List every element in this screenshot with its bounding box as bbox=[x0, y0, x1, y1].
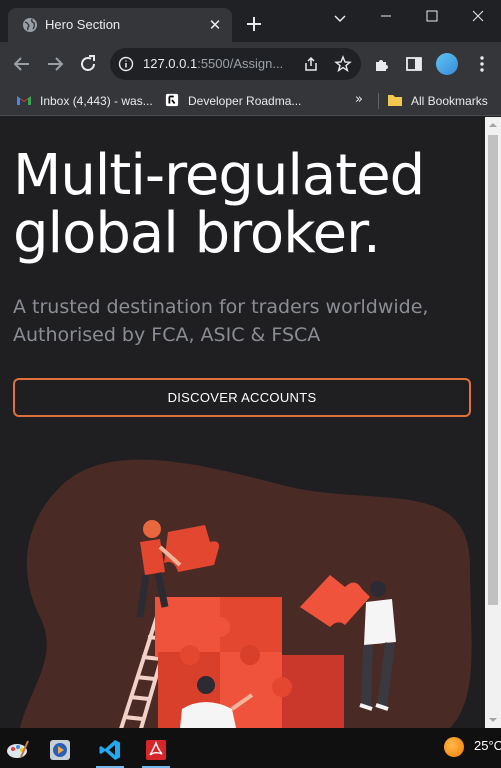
profile-avatar[interactable] bbox=[436, 53, 458, 75]
url-text: 127.0.0.1:5500/Assign... bbox=[143, 56, 283, 71]
extensions-icon[interactable] bbox=[372, 54, 392, 74]
info-icon[interactable] bbox=[118, 56, 134, 72]
more-menu-icon[interactable] bbox=[472, 54, 492, 74]
hero-title: Multi-regulated global broker. bbox=[13, 143, 425, 266]
bookmarks-divider bbox=[378, 93, 379, 109]
browser-tab[interactable]: Hero Section ✕ bbox=[8, 8, 232, 42]
weather-icon[interactable] bbox=[444, 737, 464, 757]
page-viewport: Multi-regulated global broker. A trusted… bbox=[0, 117, 485, 728]
url-path: :5500/Assign... bbox=[197, 56, 284, 71]
browser-titlebar: Hero Section ✕ bbox=[0, 0, 501, 42]
forward-arrow-icon[interactable] bbox=[43, 52, 67, 76]
back-arrow-icon[interactable] bbox=[10, 52, 34, 76]
puzzle-team-illustration bbox=[20, 459, 472, 728]
scroll-up-icon[interactable] bbox=[485, 117, 501, 133]
taskbar-app-vscode[interactable] bbox=[92, 732, 128, 768]
share-icon[interactable] bbox=[302, 55, 320, 73]
bookmark-inbox[interactable]: Inbox (4,443) - was... bbox=[16, 92, 153, 110]
gmail-icon bbox=[17, 96, 31, 105]
windows-taskbar: 25°C bbox=[0, 728, 501, 768]
reload-icon[interactable] bbox=[76, 52, 100, 76]
taskbar-app-paint[interactable] bbox=[0, 732, 36, 768]
roadmap-icon bbox=[165, 93, 179, 107]
all-bookmarks-label: All Bookmarks bbox=[411, 94, 488, 108]
folder-icon bbox=[388, 95, 402, 106]
acrobat-icon bbox=[146, 740, 166, 760]
vscode-icon bbox=[99, 740, 120, 760]
minimize-icon[interactable] bbox=[363, 0, 409, 32]
hero-subtitle: A trusted destination for traders worldw… bbox=[13, 296, 429, 346]
chevron-down-icon[interactable] bbox=[330, 8, 350, 28]
bookmark-label: Inbox (4,443) - was... bbox=[40, 94, 153, 108]
bookmark-label: Developer Roadma... bbox=[188, 94, 302, 108]
new-tab-icon[interactable] bbox=[244, 14, 264, 34]
tab-title: Hero Section bbox=[45, 17, 121, 32]
address-bar[interactable]: 127.0.0.1:5500/Assign... bbox=[110, 48, 361, 80]
scroll-down-icon[interactable] bbox=[485, 712, 501, 728]
browser-toolbar: 127.0.0.1:5500/Assign... bbox=[0, 42, 501, 86]
temperature-readout[interactable]: 25°C bbox=[474, 738, 501, 753]
globe-icon bbox=[23, 18, 37, 32]
media-player-icon bbox=[50, 740, 70, 760]
bookmarks-bar: Inbox (4,443) - was... Developer Roadma.… bbox=[0, 86, 501, 116]
window-close-icon[interactable] bbox=[455, 0, 501, 32]
maximize-icon[interactable] bbox=[409, 0, 455, 32]
paint-icon bbox=[7, 740, 29, 758]
bookmarks-overflow-icon[interactable]: » bbox=[355, 92, 363, 107]
taskbar-app-media[interactable] bbox=[42, 732, 78, 768]
tab-close-icon[interactable]: ✕ bbox=[206, 16, 224, 34]
all-bookmarks[interactable]: All Bookmarks bbox=[387, 92, 488, 110]
url-host: 127.0.0.1 bbox=[143, 56, 198, 71]
taskbar-app-acrobat[interactable] bbox=[138, 732, 174, 768]
scrollbar-thumb[interactable] bbox=[488, 135, 498, 605]
side-panel-icon[interactable] bbox=[404, 54, 424, 74]
page-scrollbar[interactable] bbox=[485, 117, 501, 728]
discover-accounts-button[interactable]: DISCOVER ACCOUNTS bbox=[13, 378, 471, 417]
star-icon[interactable] bbox=[334, 55, 352, 73]
bookmark-developer-roadmap[interactable]: Developer Roadma... bbox=[164, 92, 301, 110]
